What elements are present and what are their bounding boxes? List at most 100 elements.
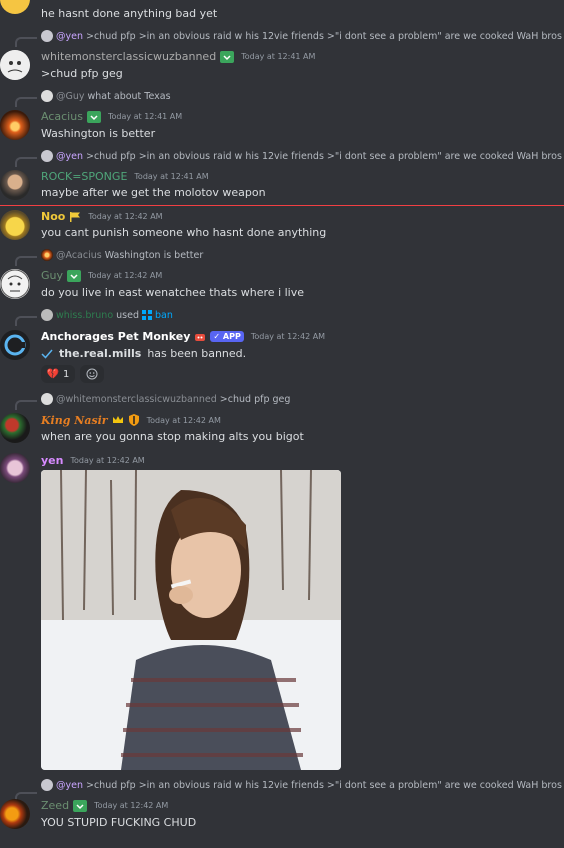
reply-text: >chud pfp >in an obvious raid w his 12vi…	[86, 30, 562, 42]
reply-author[interactable]: @yen	[56, 31, 83, 42]
avatar[interactable]	[0, 453, 30, 483]
avatar	[41, 249, 53, 261]
reply-preview[interactable]: @yen >chud pfp >in an obvious raid w his…	[41, 150, 562, 162]
message-header: yen Today at 12:42 AM	[41, 454, 145, 467]
avatar[interactable]	[0, 413, 30, 443]
command-icon	[142, 310, 152, 320]
timestamp: Today at 12:42 AM	[88, 212, 163, 221]
shield-icon	[128, 414, 139, 426]
app-badge: ✓ APP	[210, 331, 244, 342]
message-header: Acacius Today at 12:41 AM	[41, 110, 182, 123]
reply-spine	[15, 97, 37, 107]
author-name[interactable]: Noo	[41, 210, 65, 223]
timestamp: Today at 12:41 AM	[107, 112, 183, 121]
reply-author[interactable]: @Acacius	[56, 250, 102, 261]
message-text: you cant punish someone who hasnt done a…	[41, 226, 327, 239]
command-user[interactable]: whiss.bruno	[56, 310, 113, 321]
author-name[interactable]: Anchorages Pet Monkey	[41, 330, 190, 343]
author-name[interactable]: yen	[41, 454, 63, 467]
reply-preview[interactable]: @yen >chud pfp >in an obvious raid w his…	[41, 30, 562, 42]
message-header: Zeed Today at 12:42 AM	[41, 799, 168, 812]
timestamp: Today at 12:41 AM	[241, 52, 316, 61]
timestamp: Today at 12:41 AM	[134, 172, 209, 181]
message-header: King Nasir Today at 12:42 AM	[41, 413, 221, 427]
image-attachment[interactable]	[41, 470, 341, 770]
reply-text: >chud pfp >in an obvious raid w his 12vi…	[86, 150, 562, 162]
reply-author[interactable]: @yen	[56, 780, 83, 791]
broken-heart-icon: 💔	[46, 368, 60, 380]
message-text: >chud pfp geg	[41, 67, 123, 80]
check-icon	[41, 349, 53, 359]
flag-icon	[70, 211, 81, 222]
timestamp: Today at 12:42 AM	[146, 415, 221, 425]
message-header: whitemonsterclassicwuzbanned Today at 12…	[41, 50, 315, 63]
avatar	[41, 309, 53, 321]
ban-message: the.real.mills has been banned.	[41, 347, 246, 360]
command-preview[interactable]: whiss.bruno used ban	[41, 309, 173, 321]
reply-text: >chud pfp geg	[219, 393, 291, 405]
message-text: Washington is better	[41, 127, 156, 140]
reply-preview[interactable]: @whitemonsterclassicwuzbanned >chud pfp …	[41, 393, 290, 405]
add-reaction-icon	[86, 368, 98, 380]
author-name[interactable]: King Nasir	[41, 414, 108, 427]
avatar	[41, 150, 53, 162]
reply-spine	[15, 316, 37, 326]
reply-author[interactable]: @whitemonsterclassicwuzbanned	[56, 394, 217, 405]
reply-preview[interactable]: @yen >chud pfp >in an obvious raid w his…	[41, 779, 562, 791]
timestamp: Today at 12:42 AM	[70, 456, 145, 465]
heart-badge-icon	[86, 110, 101, 123]
reply-text: >chud pfp >in an obvious raid w his 12vi…	[86, 779, 562, 791]
reply-text: what about Texas	[87, 90, 171, 102]
reply-spine	[15, 157, 37, 167]
command-used-label: used	[116, 309, 139, 321]
avatar	[41, 393, 53, 405]
banned-user[interactable]: the.real.mills	[59, 347, 141, 360]
heart-badge-icon	[220, 50, 235, 63]
author-name[interactable]: Zeed	[41, 799, 69, 812]
add-reaction-button[interactable]	[80, 365, 104, 383]
message-text: YOU STUPID FUCKING CHUD	[41, 816, 197, 829]
robot-icon	[195, 333, 206, 341]
message-text: do you live in east wenatchee thats wher…	[41, 286, 305, 299]
reply-spine	[15, 256, 37, 266]
message-text: he hasnt done anything bad yet	[41, 7, 218, 20]
new-messages-divider	[0, 205, 564, 206]
author-name[interactable]: Guy	[41, 269, 63, 282]
avatar	[41, 90, 53, 102]
author-name[interactable]: Acacius	[41, 110, 83, 123]
message-text: when are you gonna stop making alts you …	[41, 430, 304, 443]
reply-text: Washington is better	[104, 249, 204, 261]
timestamp: Today at 12:42 AM	[88, 271, 163, 280]
author-name[interactable]: ROCK=SPONGE	[41, 170, 127, 183]
author-name[interactable]: whitemonsterclassicwuzbanned	[41, 50, 216, 63]
avatar[interactable]	[0, 0, 30, 14]
reply-spine	[15, 37, 37, 47]
message-header: Noo Today at 12:42 AM	[41, 210, 163, 223]
reply-preview[interactable]: @Acacius Washington is better	[41, 249, 203, 261]
crown-icon	[112, 416, 123, 423]
reply-author[interactable]: @Guy	[56, 91, 85, 102]
avatar[interactable]	[0, 269, 30, 299]
reply-spine	[15, 400, 37, 410]
avatar[interactable]	[0, 50, 30, 80]
message-text: maybe after we get the molotov weapon	[41, 186, 266, 199]
timestamp: Today at 12:42 AM	[250, 332, 326, 341]
reaction-count: 1	[63, 368, 70, 380]
message-header: ROCK=SPONGE Today at 12:41 AM	[41, 170, 209, 183]
message-header: Guy Today at 12:42 AM	[41, 269, 162, 282]
avatar[interactable]	[0, 330, 30, 360]
reply-author[interactable]: @yen	[56, 151, 83, 162]
avatar[interactable]	[0, 799, 30, 829]
timestamp: Today at 12:42 AM	[94, 801, 169, 810]
avatar[interactable]	[0, 110, 30, 140]
avatar	[41, 779, 53, 791]
heart-badge-icon	[73, 799, 88, 812]
avatar[interactable]	[0, 210, 30, 240]
command-name[interactable]: ban	[155, 310, 173, 321]
heart-badge-icon	[67, 269, 82, 282]
banned-suffix: has been banned.	[147, 347, 247, 360]
reply-preview[interactable]: @Guy what about Texas	[41, 90, 171, 102]
reaction-broken-heart[interactable]: 💔 1	[41, 365, 75, 383]
message-header: Anchorages Pet Monkey ✓ APP Today at 12:…	[41, 330, 325, 343]
avatar[interactable]	[0, 170, 30, 200]
